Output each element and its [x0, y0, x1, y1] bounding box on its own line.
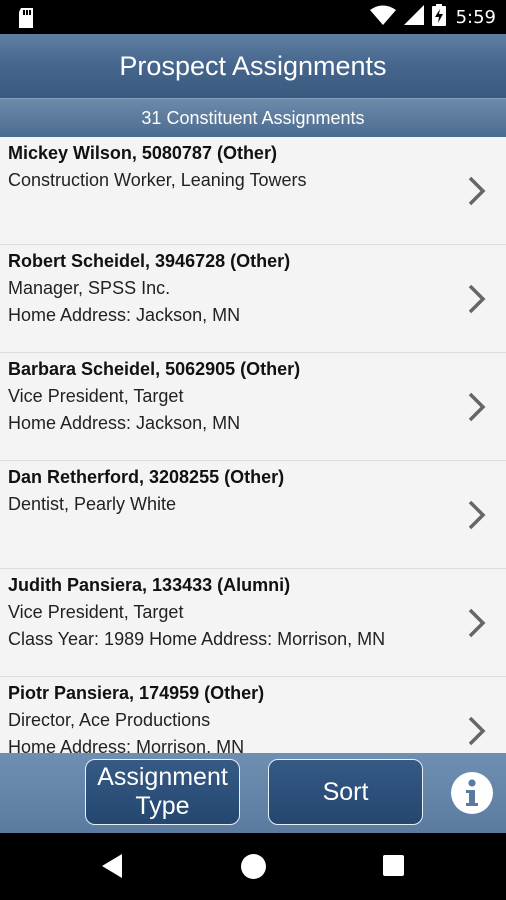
info-icon[interactable]: [450, 771, 494, 815]
constituent-job: Construction Worker, Leaning Towers: [8, 170, 307, 190]
constituent-job: Dentist, Pearly White: [8, 494, 177, 514]
assignment-type-label-line2: Type: [135, 792, 190, 820]
constituent-details: Home Address: Morrison, MN: [8, 737, 245, 753]
list-item[interactable]: Judith Pansiera, 133433 (Alumni) Vice Pr…: [0, 569, 506, 677]
recent-apps-icon[interactable]: [383, 855, 404, 876]
assignment-type-label-line1: Assignment: [97, 763, 228, 791]
constituent-details: Home Address: Jackson, MN: [8, 305, 241, 325]
status-icons: 5:59: [369, 0, 496, 34]
back-icon[interactable]: [100, 853, 124, 879]
subtitle-bar: 31 Constituent Assignments: [0, 98, 506, 137]
chevron-right-icon: [468, 608, 486, 638]
chevron-right-icon: [468, 716, 486, 746]
list-item[interactable]: Barbara Scheidel, 5062905 (Other) Vice P…: [0, 353, 506, 461]
signal-icon: [403, 4, 424, 30]
sort-label: Sort: [322, 777, 369, 806]
list-item[interactable]: Robert Scheidel, 3946728 (Other) Manager…: [0, 245, 506, 353]
constituent-name: Piotr Pansiera, 174959 (Other): [8, 683, 265, 703]
bottom-toolbar: Assignment Type Sort: [0, 753, 506, 833]
sort-button[interactable]: Sort: [268, 759, 423, 825]
assignment-list[interactable]: Mickey Wilson, 5080787 (Other) Construct…: [0, 137, 506, 753]
assignment-type-button[interactable]: Assignment Type: [85, 759, 240, 825]
status-time: 5:59: [455, 6, 496, 28]
constituent-details: Class Year: 1989 Home Address: Morrison,…: [8, 629, 386, 649]
constituent-name: Robert Scheidel, 3946728 (Other): [8, 251, 291, 271]
chevron-right-icon: [468, 392, 486, 422]
list-item[interactable]: Mickey Wilson, 5080787 (Other) Construct…: [0, 137, 506, 245]
constituent-details: Home Address: Jackson, MN: [8, 413, 241, 433]
sd-card-icon: [17, 8, 35, 33]
wifi-icon: [369, 5, 396, 30]
constituent-job: Manager, SPSS Inc.: [8, 278, 171, 298]
home-icon[interactable]: [241, 854, 266, 879]
chevron-right-icon: [468, 284, 486, 314]
list-item[interactable]: Dan Retherford, 3208255 (Other) Dentist,…: [0, 461, 506, 569]
assignment-count: 31 Constituent Assignments: [141, 107, 365, 128]
page-title: Prospect Assignments: [119, 50, 387, 81]
constituent-job: Vice President, Target: [8, 386, 184, 406]
constituent-job: Director, Ace Productions: [8, 710, 211, 730]
chevron-right-icon: [468, 176, 486, 206]
list-item[interactable]: Piotr Pansiera, 174959 (Other) Director,…: [0, 677, 506, 753]
constituent-name: Barbara Scheidel, 5062905 (Other): [8, 359, 301, 379]
constituent-name: Judith Pansiera, 133433 (Alumni): [8, 575, 291, 595]
constituent-name: Mickey Wilson, 5080787 (Other): [8, 143, 277, 163]
constituent-name: Dan Retherford, 3208255 (Other): [8, 467, 285, 487]
header-bar: Prospect Assignments: [0, 34, 506, 98]
status-bar: 5:59: [0, 0, 506, 34]
system-nav-bar: [0, 833, 506, 900]
battery-charging-icon: [431, 3, 446, 31]
constituent-job: Vice President, Target: [8, 602, 184, 622]
chevron-right-icon: [468, 500, 486, 530]
